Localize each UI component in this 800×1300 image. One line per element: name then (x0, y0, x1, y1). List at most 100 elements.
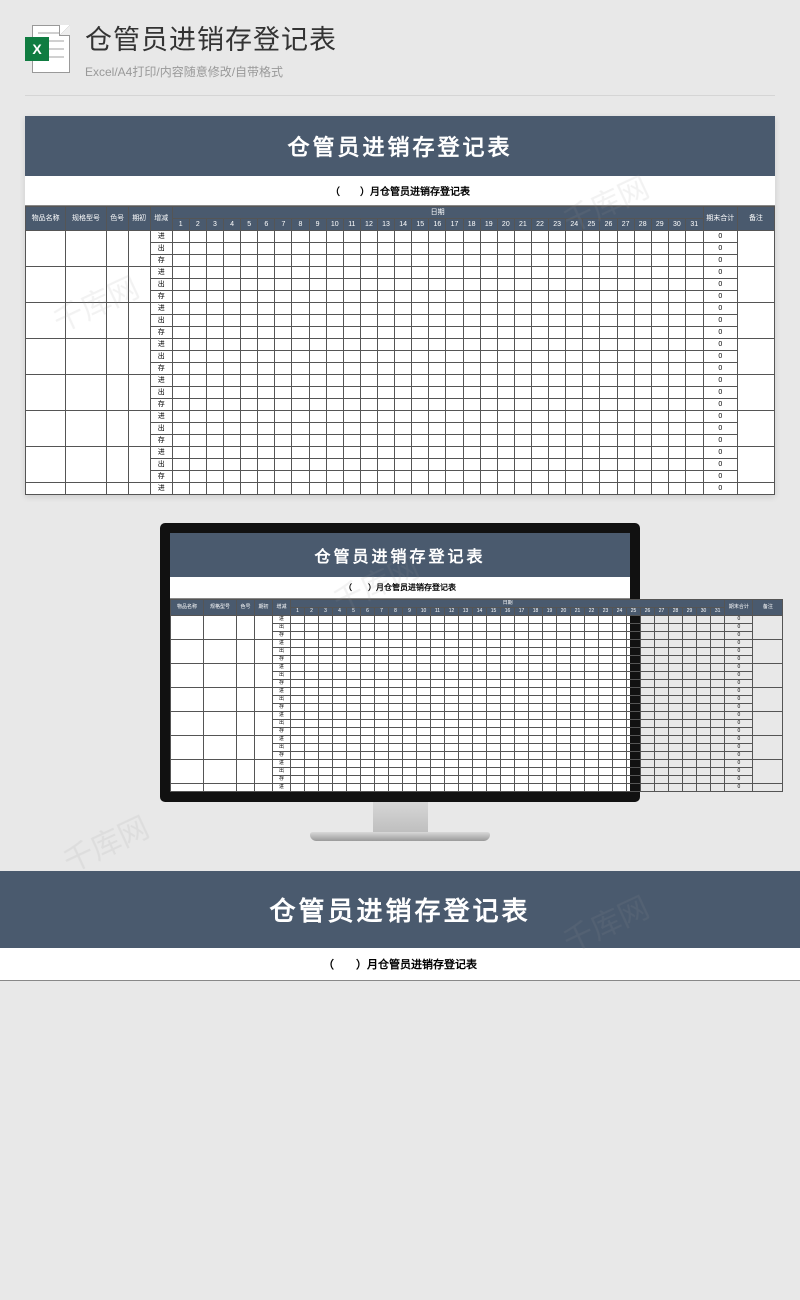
cell-day[interactable] (333, 616, 347, 624)
cell-day[interactable] (292, 387, 309, 399)
cell-day[interactable] (683, 712, 697, 720)
cell-day[interactable] (429, 387, 446, 399)
cell-day[interactable] (360, 267, 377, 279)
cell-day[interactable] (711, 656, 725, 664)
cell-day[interactable] (395, 279, 412, 291)
cell-day[interactable] (613, 632, 627, 640)
cell-day[interactable] (651, 327, 668, 339)
cell-day[interactable] (275, 375, 292, 387)
cell-day[interactable] (292, 243, 309, 255)
cell-day[interactable] (319, 720, 333, 728)
cell-day[interactable] (501, 752, 515, 760)
cell-day[interactable] (258, 231, 275, 243)
cell-day[interactable] (480, 447, 497, 459)
cell-day[interactable] (333, 760, 347, 768)
cell-day[interactable] (389, 672, 403, 680)
cell-day[interactable] (613, 776, 627, 784)
cell-day[interactable] (292, 435, 309, 447)
cell-day[interactable] (445, 688, 459, 696)
cell-day[interactable] (529, 752, 543, 760)
cell-day[interactable] (463, 267, 480, 279)
cell-day[interactable] (343, 387, 360, 399)
cell-day[interactable] (627, 680, 641, 688)
cell-day[interactable] (543, 728, 557, 736)
cell-day[interactable] (497, 387, 514, 399)
cell-day[interactable] (515, 672, 529, 680)
cell-day[interactable] (431, 680, 445, 688)
cell-day[interactable] (292, 327, 309, 339)
cell-day[interactable] (309, 351, 326, 363)
cell-day[interactable] (557, 672, 571, 680)
cell-day[interactable] (445, 632, 459, 640)
cell-day[interactable] (459, 696, 473, 704)
cell-day[interactable] (651, 435, 668, 447)
cell-day[interactable] (395, 291, 412, 303)
cell-item-name[interactable] (26, 267, 66, 303)
cell-day[interactable] (627, 712, 641, 720)
cell-day[interactable] (514, 279, 531, 291)
cell-day[interactable] (360, 423, 377, 435)
cell-initial[interactable] (255, 640, 273, 664)
cell-day[interactable] (224, 459, 241, 471)
cell-day[interactable] (617, 435, 634, 447)
cell-day[interactable] (275, 447, 292, 459)
cell-day[interactable] (599, 720, 613, 728)
cell-day[interactable] (463, 327, 480, 339)
cell-day[interactable] (566, 339, 583, 351)
cell-day[interactable] (529, 712, 543, 720)
cell-day[interactable] (697, 704, 711, 712)
cell-day[interactable] (291, 664, 305, 672)
cell-day[interactable] (501, 704, 515, 712)
cell-day[interactable] (395, 459, 412, 471)
cell-day[interactable] (463, 423, 480, 435)
cell-day[interactable] (585, 624, 599, 632)
cell-day[interactable] (497, 411, 514, 423)
cell-day[interactable] (189, 291, 206, 303)
cell-day[interactable] (172, 471, 189, 483)
cell-spec[interactable] (204, 712, 237, 736)
cell-day[interactable] (599, 728, 613, 736)
cell-day[interactable] (241, 255, 258, 267)
cell-day[interactable] (305, 728, 319, 736)
cell-day[interactable] (446, 351, 463, 363)
cell-day[interactable] (343, 447, 360, 459)
cell-day[interactable] (291, 616, 305, 624)
cell-day[interactable] (445, 720, 459, 728)
cell-day[interactable] (683, 736, 697, 744)
cell-day[interactable] (360, 435, 377, 447)
cell-day[interactable] (583, 387, 600, 399)
cell-day[interactable] (333, 680, 347, 688)
cell-day[interactable] (651, 255, 668, 267)
cell-day[interactable] (571, 616, 585, 624)
cell-day[interactable] (378, 303, 395, 315)
cell-day[interactable] (241, 375, 258, 387)
cell-day[interactable] (429, 243, 446, 255)
cell-day[interactable] (333, 640, 347, 648)
cell-day[interactable] (617, 291, 634, 303)
cell-day[interactable] (531, 411, 548, 423)
cell-day[interactable] (258, 303, 275, 315)
cell-day[interactable] (275, 255, 292, 267)
cell-day[interactable] (617, 255, 634, 267)
cell-day[interactable] (668, 303, 685, 315)
cell-day[interactable] (571, 632, 585, 640)
cell-day[interactable] (375, 712, 389, 720)
cell-day[interactable] (445, 656, 459, 664)
cell-day[interactable] (172, 303, 189, 315)
cell-day[interactable] (549, 255, 566, 267)
cell-day[interactable] (445, 704, 459, 712)
cell-color[interactable] (237, 640, 255, 664)
cell-day[interactable] (417, 776, 431, 784)
cell-day[interactable] (395, 447, 412, 459)
cell-initial[interactable] (128, 375, 150, 411)
cell-day[interactable] (305, 704, 319, 712)
cell-day[interactable] (668, 315, 685, 327)
cell-day[interactable] (333, 656, 347, 664)
cell-day[interactable] (361, 704, 375, 712)
cell-day[interactable] (487, 744, 501, 752)
cell-day[interactable] (480, 459, 497, 471)
cell-day[interactable] (531, 471, 548, 483)
cell-note[interactable] (737, 339, 774, 375)
cell-day[interactable] (459, 664, 473, 672)
cell-day[interactable] (651, 303, 668, 315)
